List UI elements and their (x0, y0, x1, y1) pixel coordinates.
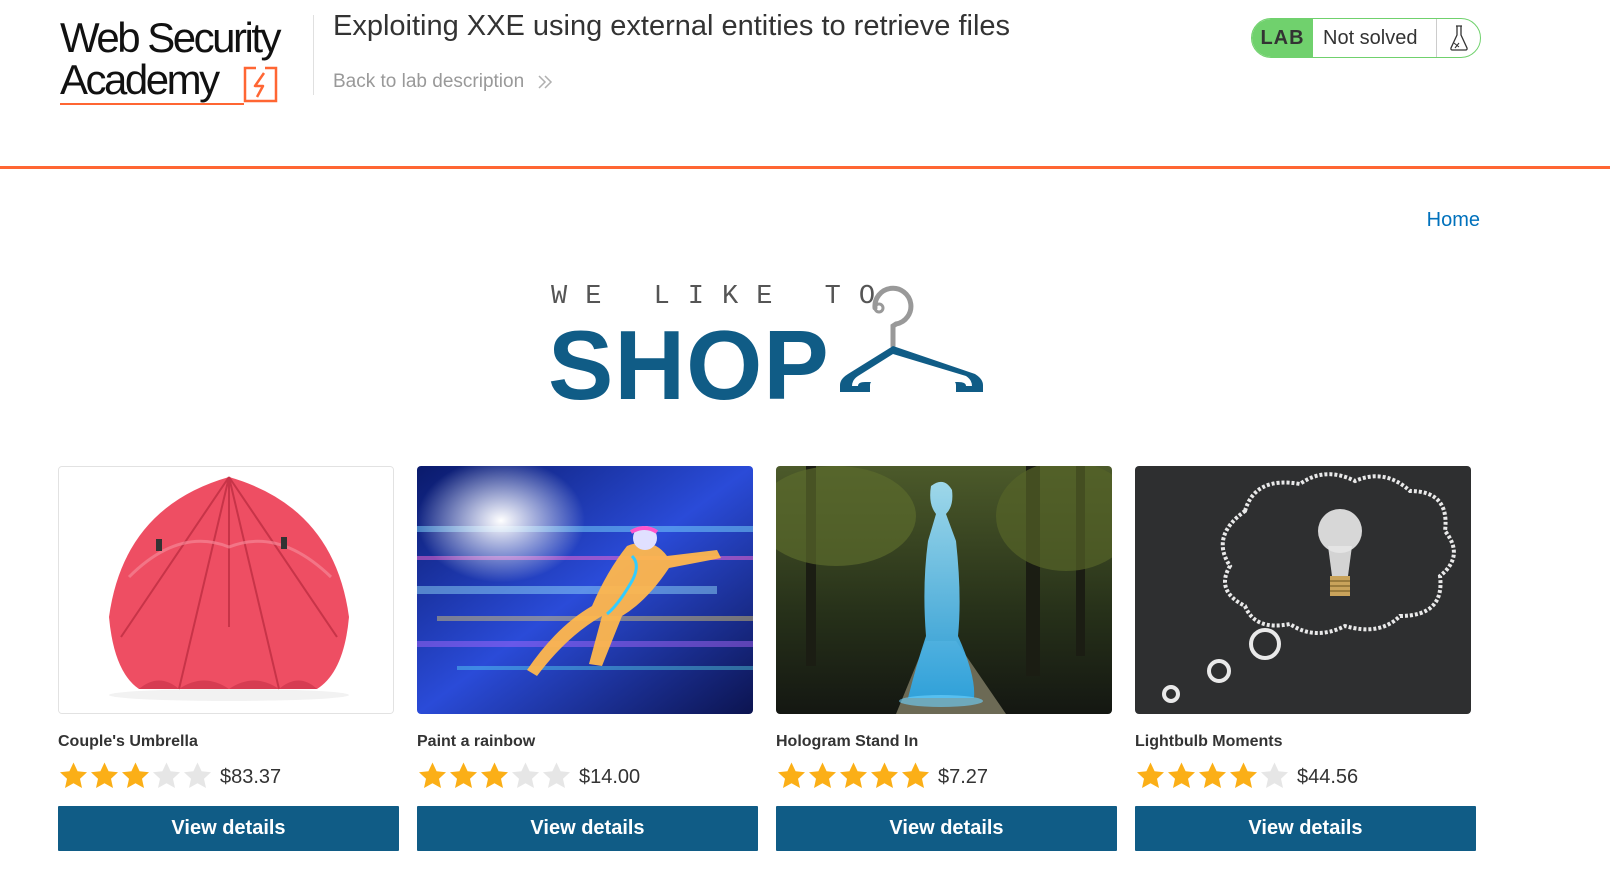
shop-banner: WE LIKE TO SHOP (548, 282, 998, 420)
star-filled-icon (871, 762, 898, 788)
view-details-button[interactable]: View details (417, 806, 758, 851)
star-empty-icon (184, 762, 211, 788)
star-filled-icon (809, 762, 836, 788)
star-filled-icon (840, 762, 867, 788)
academy-header: Web Security Academy Exploiting XXE usin… (0, 0, 1610, 170)
star-empty-icon (153, 762, 180, 788)
star-rating (417, 761, 572, 789)
star-rating (776, 761, 931, 789)
star-empty-icon (543, 762, 570, 788)
product-rating-row: $7.27 (776, 758, 988, 792)
star-filled-icon (778, 762, 805, 788)
product-price: $83.37 (220, 766, 282, 788)
product-rating-row: $14.00 (417, 758, 640, 792)
flask-icon (1449, 25, 1468, 51)
star-filled-icon (60, 762, 87, 788)
star-filled-icon (1230, 762, 1257, 788)
product-image-neon-runner[interactable] (417, 466, 753, 714)
back-link-label: Back to lab description (333, 71, 525, 92)
lab-flask-box (1436, 19, 1480, 57)
product-name: Couple's Umbrella (58, 733, 198, 750)
clothes-hanger-icon (840, 285, 983, 392)
product-rating-row: $44.56 (1135, 758, 1358, 792)
header-divider (313, 15, 314, 95)
double-chevron-right-icon (538, 75, 553, 89)
star-rating (1135, 761, 1290, 789)
logo-underline (60, 103, 244, 105)
home-link[interactable]: Home (1427, 208, 1480, 232)
logo-lightning-icon (243, 66, 278, 103)
lab-status-widget: LAB Not solved (1251, 18, 1481, 58)
logo-text-line1: Web Security (60, 14, 282, 61)
product-rating-row: $83.37 (58, 758, 281, 792)
star-filled-icon (1199, 762, 1226, 788)
banner-title: SHOP (548, 310, 830, 420)
lab-title: Exploiting XXE using external entities t… (333, 10, 1011, 42)
product-price: $14.00 (579, 766, 641, 788)
view-details-button[interactable]: View details (776, 806, 1117, 851)
star-filled-icon (1168, 762, 1195, 788)
header-orange-rule (0, 166, 1610, 169)
view-details-button[interactable]: View details (1135, 806, 1476, 851)
star-empty-icon (512, 762, 539, 788)
product-name: Hologram Stand In (776, 733, 919, 750)
product-name: Paint a rainbow (417, 733, 536, 750)
view-details-button[interactable]: View details (58, 806, 399, 851)
academy-logo[interactable]: Web Security Academy (60, 14, 310, 106)
star-rating (58, 761, 213, 789)
star-filled-icon (450, 762, 477, 788)
star-filled-icon (91, 762, 118, 788)
star-filled-icon (122, 762, 149, 788)
logo-text-line2: Academy (60, 56, 220, 103)
star-empty-icon (1261, 762, 1288, 788)
product-image-red-umbrella[interactable] (58, 466, 394, 714)
lab-status-text: Not solved (1323, 26, 1418, 49)
lab-badge: LAB (1252, 19, 1313, 57)
star-filled-icon (419, 762, 446, 788)
product-image-hologram-woman-in-park[interactable] (776, 466, 1112, 714)
back-to-lab-description-link[interactable]: Back to lab description (333, 70, 553, 94)
star-filled-icon (481, 762, 508, 788)
product-price: $7.27 (938, 766, 989, 788)
product-name: Lightbulb Moments (1135, 733, 1283, 750)
star-filled-icon (1137, 762, 1164, 788)
product-price: $44.56 (1297, 766, 1359, 788)
star-filled-icon (902, 762, 929, 788)
product-image-lightbulb-chalk-cloud[interactable] (1135, 466, 1471, 714)
